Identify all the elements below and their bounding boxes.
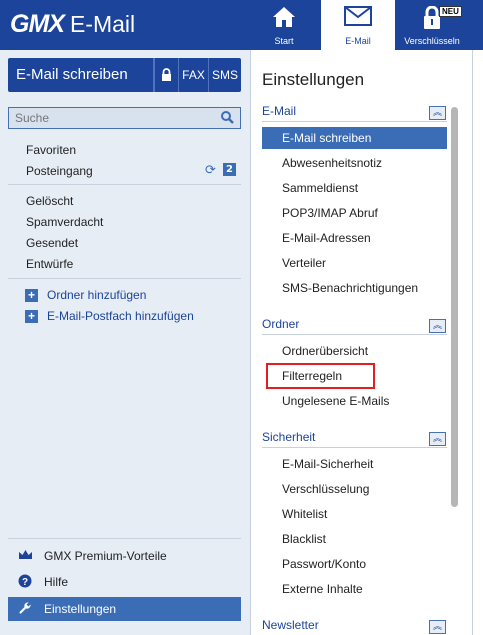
folder-geloescht[interactable]: Gelöscht (26, 194, 73, 208)
chevron-up-icon: ︽ (432, 321, 442, 331)
section-newsletter-heading: Newsletter (262, 618, 319, 632)
home-icon (272, 6, 296, 30)
fax-button[interactable]: FAX (178, 58, 208, 92)
folder-gesendet[interactable]: Gesendet (26, 236, 78, 250)
highlight-marker (266, 363, 375, 389)
settings-item-verteiler[interactable]: Verteiler (262, 252, 447, 274)
gmx-logo[interactable]: GMX E-Mail (10, 10, 135, 39)
folder-entwuerfe[interactable]: Entwürfe (26, 257, 73, 271)
encrypted-compose-button[interactable] (154, 58, 178, 92)
section-sicherheit-heading: Sicherheit (262, 430, 316, 444)
folder-favoriten[interactable]: Favoriten (26, 143, 76, 157)
new-badge: NEU (439, 6, 462, 17)
divider (8, 184, 241, 185)
folder-spamverdacht[interactable]: Spamverdacht (26, 215, 103, 229)
nav-start[interactable]: Start (247, 0, 321, 50)
add-folder-label: Ordner hinzufügen (47, 288, 147, 302)
settings-item-verschluesselung[interactable]: Verschlüsselung (262, 478, 447, 500)
divider (8, 278, 241, 279)
chevron-up-icon: ︽ (432, 434, 442, 444)
chevron-up-icon: ︽ (432, 622, 442, 632)
compose-button[interactable]: E-Mail schreiben (8, 58, 154, 92)
settings-item-sms-benachrichtigungen[interactable]: SMS-Benachrichtigungen (262, 277, 447, 299)
nav-verschluesseln-label: Verschlüsseln (404, 36, 460, 46)
page-title: Einstellungen (262, 70, 365, 89)
sms-button[interactable]: SMS (208, 58, 241, 92)
svg-text:?: ? (22, 577, 28, 588)
settings-item-email-schreiben[interactable]: E-Mail schreiben (262, 127, 447, 149)
content-area (472, 50, 483, 635)
refresh-icon[interactable]: ⟳ (205, 163, 216, 178)
divider (8, 538, 241, 539)
search-box (8, 107, 241, 129)
collapse-email-button[interactable]: ︽ (429, 106, 446, 120)
compose-bar: E-Mail schreiben FAX SMS (8, 58, 241, 92)
section-divider (262, 121, 447, 122)
folder-posteingang[interactable]: Posteingang (26, 164, 93, 178)
section-ordner-heading: Ordner (262, 317, 300, 331)
envelope-icon (344, 6, 372, 28)
help-link[interactable]: ? Hilfe (8, 570, 241, 594)
add-mailbox-link[interactable]: + E-Mail-Postfach hinzufügen (25, 309, 194, 323)
lock-icon (161, 68, 172, 85)
plus-icon: + (25, 309, 38, 323)
collapse-sicherheit-button[interactable]: ︽ (429, 432, 446, 446)
chevron-up-icon: ︽ (432, 108, 442, 118)
help-label: Hilfe (44, 575, 69, 589)
unread-count-badge: 2 (223, 163, 236, 176)
nav-start-label: Start (274, 36, 294, 46)
settings-item-externe-inhalte[interactable]: Externe Inhalte (262, 578, 447, 600)
section-divider (262, 447, 447, 448)
section-email-heading: E-Mail (262, 104, 297, 118)
section-divider (262, 334, 447, 335)
crown-icon (12, 549, 38, 563)
search-icon[interactable] (221, 111, 234, 127)
settings-item-passwort-konto[interactable]: Passwort/Konto (262, 553, 447, 575)
plus-icon: + (25, 288, 38, 302)
settings-link[interactable]: Einstellungen (8, 597, 241, 621)
settings-item-ordneruebersicht[interactable]: Ordnerübersicht (262, 340, 447, 362)
settings-item-ungelesene-emails[interactable]: Ungelesene E-Mails (262, 390, 447, 412)
nav-verschluesseln[interactable]: NEU Verschlüsseln (395, 0, 469, 50)
settings-item-blacklist[interactable]: Blacklist (262, 528, 447, 550)
settings-item-sammeldienst[interactable]: Sammeldienst (262, 177, 447, 199)
settings-item-whitelist[interactable]: Whitelist (262, 503, 447, 525)
nav-email[interactable]: E-Mail (321, 0, 395, 50)
add-mailbox-label: E-Mail-Postfach hinzufügen (47, 309, 194, 323)
help-icon: ? (12, 574, 38, 591)
wrench-icon (12, 601, 38, 618)
scrollbar-thumb[interactable] (451, 107, 458, 507)
brand-name: GMX (10, 10, 65, 38)
left-sidebar: E-Mail schreiben FAX SMS Favoriten Poste… (0, 50, 250, 635)
add-folder-link[interactable]: + Ordner hinzufügen (25, 288, 147, 302)
settings-item-pop3-imap[interactable]: POP3/IMAP Abruf (262, 202, 447, 224)
premium-link[interactable]: GMX Premium-Vorteile (8, 544, 241, 568)
settings-item-email-adressen[interactable]: E-Mail-Adressen (262, 227, 447, 249)
nav-email-label: E-Mail (345, 36, 371, 46)
top-bar: GMX E-Mail Start E-Mail NEU Verschlüssel… (0, 0, 483, 50)
collapse-ordner-button[interactable]: ︽ (429, 319, 446, 333)
search-input[interactable] (9, 108, 214, 128)
collapse-newsletter-button[interactable]: ︽ (429, 620, 446, 634)
product-name: E-Mail (69, 11, 136, 37)
settings-item-abwesenheitsnotiz[interactable]: Abwesenheitsnotiz (262, 152, 447, 174)
settings-label: Einstellungen (44, 602, 117, 616)
premium-label: GMX Premium-Vorteile (44, 549, 167, 563)
settings-panel: Einstellungen E-Mail ︽ E-Mail schreiben … (250, 50, 472, 635)
settings-item-email-sicherheit[interactable]: E-Mail-Sicherheit (262, 453, 447, 475)
